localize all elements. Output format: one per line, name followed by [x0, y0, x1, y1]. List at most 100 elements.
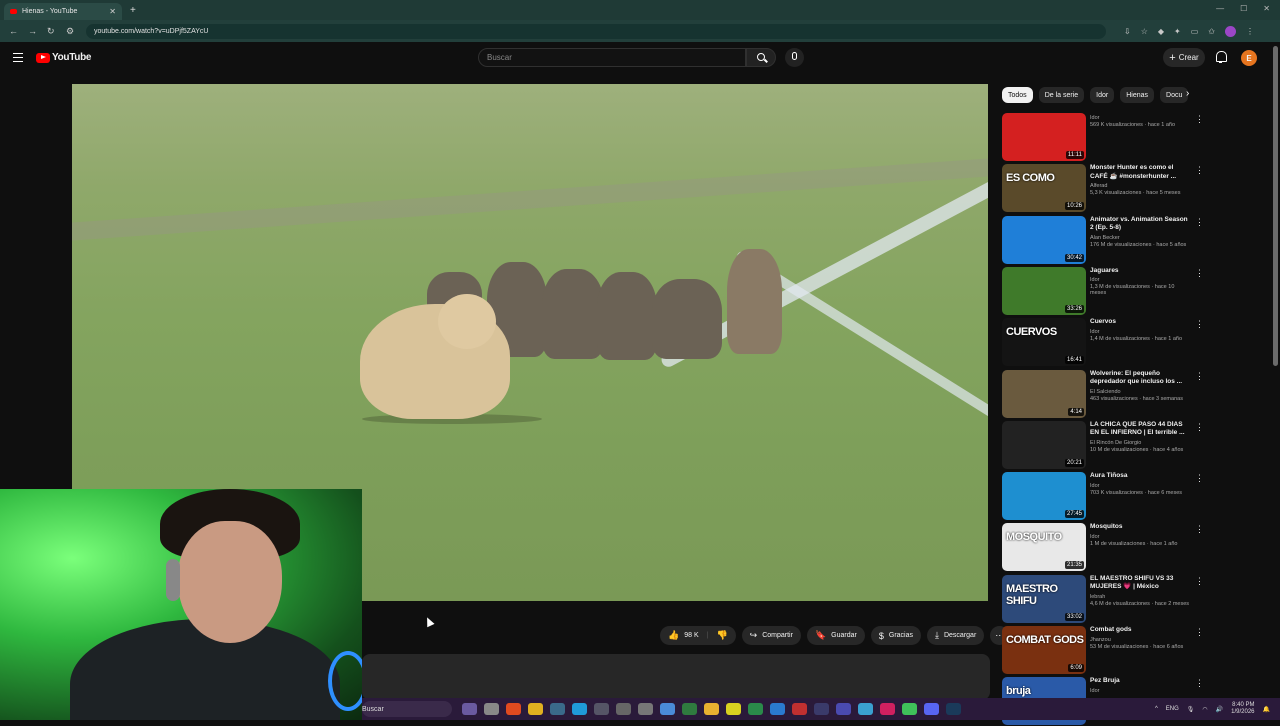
video-thumbnail[interactable]: 33:26 — [1002, 266, 1086, 315]
app-icon[interactable] — [726, 703, 741, 715]
create-button[interactable]: + Crear — [1163, 48, 1205, 67]
recommendation-item[interactable]: 20:21 LA CHICA QUE PASÓ 44 DÍAS EN EL IN… — [1002, 420, 1207, 470]
download-button[interactable]: ⤓ Descargar — [927, 626, 985, 645]
save-button[interactable]: 🔖 Guardar — [806, 626, 865, 645]
split-view-icon[interactable]: ▭ — [1191, 27, 1199, 36]
recommendation-item[interactable]: 4:14 Wolverine: El pequeño depredador qu… — [1002, 369, 1207, 419]
recommendation-title[interactable]: Animator vs. Animation Season 2 (Ep. 5-8… — [1090, 216, 1190, 233]
notifications-bell-icon[interactable] — [1215, 51, 1227, 63]
taskbar-search[interactable]: Buscar — [362, 701, 452, 717]
app-icon[interactable] — [792, 703, 807, 715]
recommendation-channel[interactable]: Idor — [1090, 277, 1190, 283]
wifi-icon[interactable]: ◠ — [1202, 706, 1207, 713]
video-thumbnail[interactable]: CUERVOS 16:41 — [1002, 318, 1086, 367]
maximize-icon[interactable]: ☐ — [1240, 4, 1247, 13]
video-thumbnail[interactable]: 4:14 — [1002, 369, 1086, 418]
recommendation-title[interactable]: LA CHICA QUE PASÓ 44 DÍAS EN EL INFIERNO… — [1090, 421, 1190, 438]
thanks-button[interactable]: $ Gracias — [870, 626, 921, 645]
recommendation-item[interactable]: CUERVOS 16:41 Cuervos Idor 1,4 M de visu… — [1002, 318, 1207, 367]
volume-icon[interactable]: 🔊 — [1216, 706, 1223, 713]
url-field[interactable]: youtube.com/watch?v=uDPjf5ZAYcU — [86, 23, 1106, 39]
recommendation-channel[interactable]: El Rincón De Giorgio — [1090, 440, 1190, 446]
chrome-icon[interactable] — [528, 703, 543, 715]
more-options-icon[interactable]: ⋮ — [1195, 165, 1204, 176]
tray-chevron-icon[interactable]: ^ — [1155, 706, 1158, 712]
filter-chip[interactable]: Docu — [1160, 87, 1189, 103]
recommendation-item[interactable]: 33:26 Jaguares Idor 1,3 M de visualizaci… — [1002, 266, 1207, 316]
settings-icon[interactable] — [638, 703, 653, 715]
app-icon[interactable] — [682, 703, 697, 715]
recommendation-item[interactable]: 30:42 Animator vs. Animation Season 2 (E… — [1002, 215, 1207, 265]
recommendation-item[interactable]: MAESTRO SHIFU 33:02 EL MAESTRO SHIFU VS … — [1002, 574, 1207, 624]
recommendation-item[interactable]: MOSQUITO 21:35 Mosquitos Idor 1 M de vis… — [1002, 523, 1207, 572]
bookmark-star-icon[interactable]: ☆ — [1141, 27, 1148, 36]
recommendation-channel[interactable]: Idor — [1090, 115, 1190, 121]
favorites-icon[interactable]: ✩ — [1208, 27, 1215, 36]
thumbs-down-icon[interactable]: 👎 — [716, 630, 727, 641]
widget-icon[interactable] — [462, 703, 477, 715]
edge-icon[interactable] — [572, 703, 587, 715]
app-icon[interactable] — [814, 703, 829, 715]
recommendation-item[interactable]: 11:11 Idor 569 K visualizaciones · hace … — [1002, 113, 1207, 162]
recommendation-channel[interactable]: Idor — [1090, 329, 1190, 335]
recommendation-channel[interactable]: Alferad — [1090, 183, 1190, 189]
recommendation-channel[interactable]: lebrah — [1090, 594, 1190, 600]
recommendation-title[interactable]: Cuervos — [1090, 318, 1190, 327]
app-icon[interactable] — [902, 703, 917, 715]
voice-search-button[interactable] — [785, 48, 804, 67]
close-window-icon[interactable]: ✕ — [1263, 4, 1270, 13]
browser-tab[interactable]: Hienas - YouTube ✕ — [4, 3, 122, 20]
more-options-icon[interactable]: ⋮ — [1195, 114, 1204, 125]
language-indicator[interactable]: ENG — [1166, 706, 1179, 712]
video-thumbnail[interactable]: MAESTRO SHIFU 33:02 — [1002, 574, 1086, 623]
like-button[interactable]: 👍 98 K | 👎 — [660, 626, 736, 645]
filter-chip[interactable]: Hienas — [1120, 87, 1155, 103]
puzzle-icon[interactable]: ✦ — [1174, 27, 1181, 36]
clock[interactable]: 8:40 PM 1/9/2026 — [1231, 702, 1254, 716]
more-options-icon[interactable]: ⋮ — [1195, 422, 1204, 433]
mic-tray-icon[interactable]: 🎙 — [1187, 706, 1195, 713]
more-options-icon[interactable]: ⋮ — [1195, 678, 1204, 689]
app-icon[interactable] — [770, 703, 785, 715]
recommendation-title[interactable]: Aura Tiñosa — [1090, 472, 1190, 481]
search-input[interactable]: Buscar — [478, 48, 746, 67]
notification-center-icon[interactable]: 🔔 — [1263, 706, 1270, 713]
more-options-icon[interactable]: ⋮ — [1195, 627, 1204, 638]
filter-chip[interactable]: De la serie — [1038, 87, 1085, 103]
forward-icon[interactable]: → — [28, 26, 38, 36]
video-thumbnail[interactable]: 11:11 — [1002, 113, 1086, 161]
task-view-icon[interactable] — [484, 703, 499, 715]
recommendation-title[interactable]: Jaguares — [1090, 267, 1190, 276]
recommendation-channel[interactable]: Idor — [1090, 534, 1190, 540]
profile-avatar[interactable] — [1225, 25, 1236, 37]
recommendation-channel[interactable]: El Salciendo — [1090, 389, 1190, 395]
steam-icon[interactable] — [946, 703, 961, 715]
video-thumbnail[interactable]: 30:42 — [1002, 215, 1086, 264]
recommendation-channel[interactable]: Alan Becker — [1090, 235, 1190, 241]
more-options-icon[interactable]: ⋮ — [1195, 319, 1204, 330]
description-box[interactable] — [362, 654, 990, 700]
video-thumbnail[interactable]: 20:21 — [1002, 420, 1086, 469]
page-scrollbar[interactable] — [1273, 46, 1278, 366]
app-icon[interactable] — [858, 703, 873, 715]
app-icon[interactable] — [880, 703, 895, 715]
filter-chip[interactable]: Idor — [1090, 87, 1115, 103]
chevron-right-icon[interactable]: › — [1186, 88, 1189, 99]
app-icon[interactable] — [616, 703, 631, 715]
hamburger-menu-icon[interactable] — [13, 53, 23, 62]
more-options-icon[interactable]: ⋮ — [1195, 268, 1204, 279]
more-options-icon[interactable]: ⋮ — [1195, 371, 1204, 382]
extension-icon[interactable]: ◆ — [1158, 27, 1164, 36]
video-thumbnail[interactable]: 27:45 — [1002, 472, 1086, 521]
folder-icon[interactable] — [704, 703, 719, 715]
more-options-icon[interactable]: ⋮ — [1195, 524, 1204, 535]
discord-icon[interactable] — [924, 703, 939, 715]
more-options-icon[interactable]: ⋮ — [1195, 473, 1204, 484]
youtube-logo[interactable]: YouTube — [36, 52, 92, 63]
app-icon[interactable] — [748, 703, 763, 715]
more-options-icon[interactable]: ⋮ — [1195, 217, 1204, 228]
back-icon[interactable]: ← — [9, 26, 19, 36]
recommendation-title[interactable]: Wolverine: El pequeño depredador que inc… — [1090, 370, 1190, 387]
filter-chip[interactable]: Todos — [1002, 87, 1033, 103]
brave-icon[interactable] — [506, 703, 521, 715]
